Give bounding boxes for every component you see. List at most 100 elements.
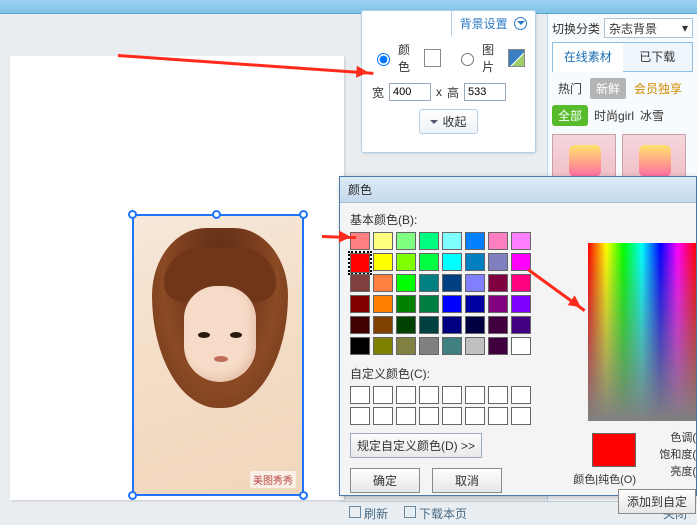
basic-color-swatch[interactable] bbox=[488, 337, 508, 355]
subcategory-row: 全部 时尚girl 冰雪 bbox=[552, 105, 693, 126]
basic-color-swatch[interactable] bbox=[373, 295, 393, 313]
color-dialog-titlebar[interactable]: 颜色 bbox=[340, 177, 696, 203]
image-icon[interactable] bbox=[508, 49, 525, 67]
filter-vip[interactable]: 会员独享 bbox=[628, 78, 688, 99]
resize-handle-tr[interactable] bbox=[299, 210, 308, 219]
basic-color-swatch[interactable] bbox=[442, 337, 462, 355]
custom-color-slot[interactable] bbox=[442, 407, 462, 425]
filter-new[interactable]: 新鲜 bbox=[590, 78, 626, 99]
refresh-button[interactable]: 刷新 bbox=[349, 505, 388, 522]
cat-fashion[interactable]: 时尚girl bbox=[594, 107, 634, 124]
basic-color-swatch[interactable] bbox=[396, 232, 416, 250]
custom-color-slot[interactable] bbox=[465, 386, 485, 404]
basic-color-swatch[interactable] bbox=[419, 295, 439, 313]
basic-color-swatch[interactable] bbox=[465, 295, 485, 313]
selected-photo[interactable]: 美图秀秀 bbox=[132, 214, 304, 496]
height-input[interactable] bbox=[464, 83, 506, 101]
basic-color-swatch[interactable] bbox=[396, 295, 416, 313]
custom-color-slot[interactable] bbox=[488, 386, 508, 404]
cancel-button[interactable]: 取消 bbox=[432, 468, 502, 493]
basic-color-swatch[interactable] bbox=[488, 253, 508, 271]
cat-all[interactable]: 全部 bbox=[552, 105, 588, 126]
tab-downloaded[interactable]: 已下载 bbox=[623, 43, 693, 71]
custom-color-slot[interactable] bbox=[350, 407, 370, 425]
custom-color-slot[interactable] bbox=[442, 386, 462, 404]
basic-color-swatch[interactable] bbox=[488, 316, 508, 334]
basic-color-swatch[interactable] bbox=[350, 274, 370, 292]
custom-color-slot[interactable] bbox=[511, 386, 531, 404]
bg-image-label: 图片 bbox=[482, 41, 503, 75]
basic-color-swatch[interactable] bbox=[511, 316, 531, 334]
define-custom-button[interactable]: 规定自定义颜色(D) >> bbox=[350, 433, 482, 458]
bg-color-swatch[interactable] bbox=[424, 49, 441, 67]
basic-color-swatch[interactable] bbox=[396, 274, 416, 292]
basic-color-swatch[interactable] bbox=[373, 274, 393, 292]
custom-color-slot[interactable] bbox=[373, 407, 393, 425]
hsb-labels: 色调( 饱和度( 亮度( bbox=[659, 430, 696, 481]
custom-color-slot[interactable] bbox=[419, 407, 439, 425]
basic-color-swatch[interactable] bbox=[419, 337, 439, 355]
custom-color-slot[interactable] bbox=[465, 407, 485, 425]
cat-ice[interactable]: 冰雪 bbox=[640, 107, 664, 124]
photo-eye bbox=[198, 332, 210, 338]
basic-color-swatch[interactable] bbox=[511, 232, 531, 250]
basic-color-swatch[interactable] bbox=[442, 274, 462, 292]
basic-color-swatch[interactable] bbox=[350, 337, 370, 355]
basic-color-swatch[interactable] bbox=[488, 295, 508, 313]
basic-color-swatch[interactable] bbox=[511, 295, 531, 313]
basic-color-swatch[interactable] bbox=[465, 316, 485, 334]
resize-handle-bl[interactable] bbox=[128, 491, 137, 500]
basic-color-swatch[interactable] bbox=[419, 232, 439, 250]
basic-color-swatch[interactable] bbox=[373, 232, 393, 250]
basic-color-swatch[interactable] bbox=[488, 232, 508, 250]
basic-color-swatch[interactable] bbox=[373, 337, 393, 355]
basic-color-swatch[interactable] bbox=[350, 253, 370, 273]
basic-color-swatch[interactable] bbox=[396, 316, 416, 334]
filter-hot[interactable]: 热门 bbox=[552, 78, 588, 99]
resize-handle-br[interactable] bbox=[299, 491, 308, 500]
tab-online[interactable]: 在线素材 bbox=[553, 43, 623, 72]
collapse-button[interactable]: 收起 bbox=[419, 109, 477, 134]
basic-color-swatch[interactable] bbox=[465, 337, 485, 355]
basic-color-swatch[interactable] bbox=[419, 316, 439, 334]
custom-color-slot[interactable] bbox=[488, 407, 508, 425]
panel-title[interactable]: 背景设置 bbox=[451, 10, 536, 37]
add-to-custom-button[interactable]: 添加到自定 bbox=[618, 489, 696, 514]
basic-color-swatch[interactable] bbox=[488, 274, 508, 292]
basic-color-swatch[interactable] bbox=[373, 316, 393, 334]
bg-image-radio[interactable] bbox=[461, 53, 474, 66]
basic-color-swatch[interactable] bbox=[419, 253, 439, 271]
download-page-button[interactable]: 下载本页 bbox=[404, 505, 467, 522]
canvas[interactable]: 美图秀秀 bbox=[10, 56, 344, 500]
custom-color-slot[interactable] bbox=[373, 386, 393, 404]
basic-color-swatch[interactable] bbox=[465, 274, 485, 292]
bg-color-radio[interactable] bbox=[377, 53, 390, 66]
basic-color-swatch[interactable] bbox=[442, 232, 462, 250]
basic-color-swatch[interactable] bbox=[396, 337, 416, 355]
basic-color-swatch[interactable] bbox=[419, 274, 439, 292]
custom-color-slot[interactable] bbox=[511, 407, 531, 425]
resize-handle-tl[interactable] bbox=[128, 210, 137, 219]
material-tabs: 在线素材 已下载 bbox=[552, 42, 693, 72]
basic-color-swatch[interactable] bbox=[396, 253, 416, 271]
basic-color-swatch[interactable] bbox=[511, 337, 531, 355]
width-input[interactable] bbox=[389, 83, 431, 101]
custom-color-slot[interactable] bbox=[350, 386, 370, 404]
rotate-handle[interactable] bbox=[212, 210, 221, 219]
color-spectrum[interactable] bbox=[588, 243, 696, 421]
basic-color-swatch[interactable] bbox=[442, 316, 462, 334]
category-select[interactable]: 杂志背景 ▾ bbox=[604, 18, 693, 38]
basic-color-swatch[interactable] bbox=[511, 274, 531, 292]
basic-color-swatch[interactable] bbox=[350, 295, 370, 313]
basic-color-swatch[interactable] bbox=[373, 253, 393, 271]
custom-color-slot[interactable] bbox=[419, 386, 439, 404]
basic-color-swatch[interactable] bbox=[442, 295, 462, 313]
ok-button[interactable]: 确定 bbox=[350, 468, 420, 493]
basic-color-swatch[interactable] bbox=[465, 232, 485, 250]
basic-color-swatch[interactable] bbox=[442, 253, 462, 271]
custom-color-slot[interactable] bbox=[396, 386, 416, 404]
basic-color-swatch[interactable] bbox=[350, 316, 370, 334]
color-preview bbox=[592, 433, 636, 467]
custom-color-slot[interactable] bbox=[396, 407, 416, 425]
basic-color-swatch[interactable] bbox=[465, 253, 485, 271]
